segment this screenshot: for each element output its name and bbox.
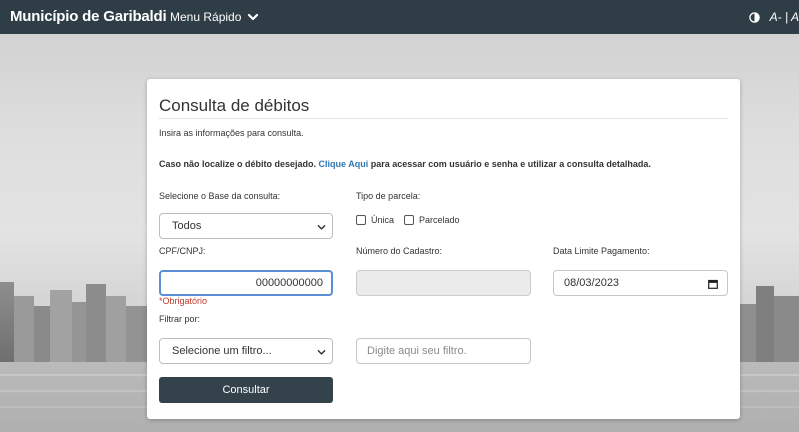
notice-prefix: Caso não localize o débito desejado. xyxy=(159,159,319,169)
filter-select-value: Selecione um filtro... xyxy=(172,345,272,357)
base-select[interactable]: Todos xyxy=(159,213,333,239)
required-hint: *Obrigatório xyxy=(159,296,208,306)
accessibility-controls: A- | A xyxy=(748,10,799,24)
registration-number-input[interactable] xyxy=(356,270,531,296)
chevron-down-icon xyxy=(317,349,326,355)
contrast-icon[interactable] xyxy=(748,11,760,23)
chevron-down-icon xyxy=(248,13,259,21)
installment-checkbox[interactable] xyxy=(404,215,415,225)
cpf-cnpj-label: CPF/CNPJ: xyxy=(159,246,206,256)
parcel-type-label: Tipo de parcela: xyxy=(356,191,421,201)
quick-menu-label: Menu Rápido xyxy=(170,10,242,24)
click-here-link[interactable]: Clique Aqui xyxy=(319,159,369,169)
due-date-label: Data Limite Pagamento: xyxy=(553,246,650,256)
calendar-icon[interactable] xyxy=(708,279,718,289)
filter-select[interactable]: Selecione um filtro... xyxy=(159,338,333,364)
filter-label: Filtrar por: xyxy=(159,314,201,324)
top-navbar: Município de Garibaldi Menu Rápido A- | … xyxy=(0,0,799,34)
single-parcel-label: Única xyxy=(371,215,395,225)
cpf-cnpj-input[interactable] xyxy=(159,270,333,296)
quick-menu-dropdown[interactable]: Menu Rápido xyxy=(170,10,259,24)
due-date-input[interactable]: 08/03/2023 xyxy=(553,270,728,296)
notice-suffix: para acessar com usuário e senha e utili… xyxy=(368,159,651,169)
due-date-value: 08/03/2023 xyxy=(564,277,620,289)
form-instructions: Insira as informações para consulta. xyxy=(159,128,304,138)
installment-label: Parcelado xyxy=(419,215,460,225)
page-title: Consulta de débitos xyxy=(159,96,310,115)
chevron-down-icon xyxy=(317,224,326,230)
debt-query-card: Consulta de débitos Insira as informaçõe… xyxy=(147,79,740,419)
base-select-value: Todos xyxy=(172,220,202,232)
detailed-query-notice: Caso não localize o débito desejado. Cli… xyxy=(159,159,651,169)
title-divider xyxy=(159,118,728,119)
registration-number-label: Número do Cadastro: xyxy=(356,246,443,256)
parcel-type-options: Única Parcelado xyxy=(356,215,470,225)
filter-input[interactable] xyxy=(356,338,531,364)
site-brand[interactable]: Município de Garibaldi xyxy=(10,8,167,25)
single-parcel-checkbox[interactable] xyxy=(356,215,366,225)
base-select-label: Selecione o Base da consulta: xyxy=(159,191,281,201)
submit-query-button[interactable]: Consultar xyxy=(159,377,333,403)
font-size-toggle[interactable]: A- | A xyxy=(770,10,799,24)
